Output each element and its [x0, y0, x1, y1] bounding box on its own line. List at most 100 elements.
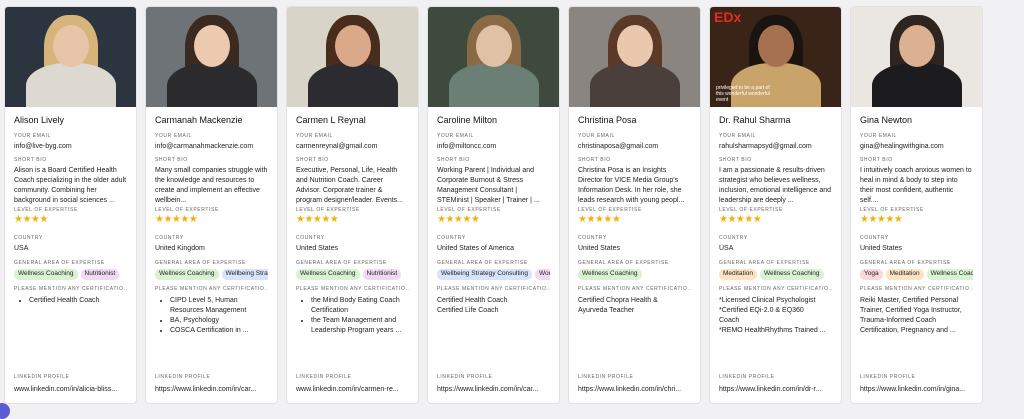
event-logo: EDx	[714, 9, 742, 25]
email-value: info@miltoncc.com	[437, 143, 497, 150]
photo-face	[52, 25, 89, 67]
expertise-tag: Wellbeing Strategy	[221, 269, 268, 280]
expertise-tags: Meditation Wellness Coaching	[719, 269, 832, 280]
profile-photo	[851, 7, 982, 107]
card-content: Carmen L Reynal YOUR EMAIL carmenreynal@gm…	[287, 115, 418, 336]
certification-line: Reiki Master, Certified Personal Trainer…	[860, 297, 962, 334]
card-content: Alison Lively YOUR EMAIL info@live-byg.com…	[5, 115, 136, 336]
coach-card[interactable]: Carmen L Reynal YOUR EMAIL carmenreynal@gm…	[286, 6, 419, 404]
certifications-label: PLEASE MENTION ANY CERTIFICATIO...	[155, 286, 268, 292]
email-value: info@carmanahmackenzie.com	[155, 143, 254, 150]
expertise-tag: Yoga	[860, 269, 883, 280]
certifications: Certified Health Coach	[14, 296, 127, 336]
coach-card[interactable]: Caroline Milton YOUR EMAIL info@miltoncc.c…	[427, 6, 560, 404]
certifications: *Licensed Clinical Psychologist *Certifie…	[719, 296, 832, 336]
certifications: CIPD Level 5, Human Resources Management…	[155, 296, 268, 336]
profile-photo	[5, 7, 136, 107]
profile-photo	[287, 7, 418, 107]
expertise-tags: Wellness Coaching Nutritionist	[296, 269, 409, 280]
profile-photo: privileged to be a part of this wonderfu…	[710, 7, 841, 107]
card-content: Carmanah Mackenzie YOUR EMAIL info@carmana…	[146, 115, 277, 336]
coach-name: Alison Lively	[14, 115, 65, 125]
certification-item: Certified Health Coach	[29, 296, 127, 306]
linkedin-link[interactable]: www.linkedin.com/in/alicia-bliss...	[14, 385, 127, 395]
expertise-tags: Wellness Coaching	[578, 269, 691, 280]
email-value: info@live-byg.com	[14, 143, 72, 150]
certification-line: *Licensed Clinical Psychologist	[719, 297, 816, 304]
coach-card[interactable]: privileged to be a part of this wonderfu…	[709, 6, 842, 404]
certification-item: COSCA Certification in ...	[170, 326, 268, 336]
linkedin-label: LINKEDIN PROFILE	[860, 374, 916, 380]
card-content: Christina Posa YOUR EMAIL christinaposa@gm…	[569, 115, 700, 336]
star-rating: ★★★★★	[860, 214, 903, 225]
short-bio-text: Many small companies struggle with the k…	[155, 167, 268, 204]
star-rating: ★★★★★	[719, 214, 762, 225]
certifications: Certified Health Coach Certified Life Coa…	[437, 296, 550, 336]
help-bubble-icon[interactable]	[0, 403, 10, 419]
certification-item: the Team Management and Leadership Progr…	[311, 316, 409, 336]
certifications-label: PLEASE MENTION ANY CERTIFICATIO...	[860, 286, 973, 292]
coach-name: Carmen L Reynal	[296, 115, 366, 125]
email-value: rahulsharmapsyd@gmail.com	[719, 143, 812, 150]
expertise-tags: Wellness CoachingWellbeing Strategy	[155, 269, 268, 280]
linkedin-link[interactable]: https://www.linkedin.com/in/car...	[437, 385, 550, 395]
linkedin-label: LINKEDIN PROFILE	[14, 374, 70, 380]
expertise-tags: Wellbeing Strategy ConsultingWorkshop	[437, 269, 550, 280]
photo-face	[757, 25, 794, 67]
linkedin-link[interactable]: https://www.linkedin.com/in/chri...	[578, 385, 691, 395]
short-bio-text: I am a passionate & results-driven strat…	[719, 167, 832, 204]
certifications-list: the Mind Body Eating Coach Certification…	[296, 296, 409, 336]
star-rating: ★★★★★	[437, 214, 480, 225]
star-rating: ★★★★★	[578, 214, 621, 225]
linkedin-link[interactable]: https://www.linkedin.com/in/gina...	[860, 385, 973, 395]
certifications: the Mind Body Eating Coach Certification…	[296, 296, 409, 336]
card-content: Dr. Rahul Sharma YOUR EMAIL rahulsharmapsy…	[710, 115, 841, 336]
coach-card[interactable]: Christina Posa YOUR EMAIL christinaposa@gm…	[568, 6, 701, 404]
profile-photo	[569, 7, 700, 107]
photo-body	[307, 63, 398, 107]
country-value: United States	[860, 245, 903, 252]
certification-item: CIPD Level 5, Human Resources Management	[170, 296, 268, 316]
certifications-list: CIPD Level 5, Human Resources Management…	[155, 296, 268, 336]
linkedin-label: LINKEDIN PROFILE	[719, 374, 775, 380]
expertise-tag: Wellness Coaching	[155, 269, 219, 280]
certifications-label: PLEASE MENTION ANY CERTIFICATIO...	[437, 286, 550, 292]
photo-body	[166, 63, 257, 107]
linkedin-link[interactable]: https://www.linkedin.com/in/dr-r...	[719, 385, 832, 395]
certification-line: Coach	[719, 317, 740, 324]
photo-face	[193, 25, 230, 67]
short-bio-text: Christina Posa is an Insights Director f…	[578, 167, 685, 204]
coach-name: Gina Newton	[860, 115, 913, 125]
country-value: USA	[14, 245, 29, 252]
certifications: Reiki Master, Certified Personal Trainer…	[860, 296, 973, 336]
short-bio-text: Alison is a Board Certified Health Coach…	[14, 167, 127, 204]
country-value: United States of America	[437, 245, 515, 252]
coach-card[interactable]: Alison Lively YOUR EMAIL info@live-byg.com…	[4, 6, 137, 404]
coach-card[interactable]: Carmanah Mackenzie YOUR EMAIL info@carmana…	[145, 6, 278, 404]
certification-item: BA, Psychology	[170, 316, 268, 326]
expertise-tag: Wellbeing Strategy Consulting	[437, 269, 532, 280]
email-value: gina@healingwithgina.com	[860, 143, 944, 150]
email-value: christinaposa@gmail.com	[578, 143, 659, 150]
linkedin-label: LINKEDIN PROFILE	[155, 374, 211, 380]
coach-card[interactable]: Gina Newton YOUR EMAIL gina@healingwithgin…	[850, 6, 983, 404]
linkedin-link[interactable]: www.linkedin.com/in/carmen-re...	[296, 385, 409, 395]
coach-name: Dr. Rahul Sharma	[719, 115, 791, 125]
certifications-label: PLEASE MENTION ANY CERTIFICATIO...	[578, 286, 691, 292]
country-value: United States	[296, 245, 339, 252]
linkedin-label: LINKEDIN PROFILE	[437, 374, 493, 380]
expertise-tag: Wellness Coaching	[760, 269, 824, 280]
photo-body	[589, 63, 680, 107]
photo-caption: privileged to be a part of this wonderfu…	[716, 85, 770, 103]
email-value: carmenreynal@gmail.com	[296, 143, 378, 150]
star-rating: ★★★★★	[155, 214, 198, 225]
linkedin-link[interactable]: https://www.linkedin.com/in/car...	[155, 385, 268, 395]
profile-photo	[428, 7, 559, 107]
expertise-tag: Meditation	[719, 269, 757, 280]
country-value: United Kingdom	[155, 245, 205, 252]
coach-name: Carmanah Mackenzie	[155, 115, 243, 125]
expertise-tags: YogaMeditationWellness Coaching	[860, 269, 973, 280]
expertise-tag: Wellness Coaching	[296, 269, 360, 280]
profile-photo	[146, 7, 277, 107]
certifications-label: PLEASE MENTION ANY CERTIFICATIO...	[14, 286, 127, 292]
